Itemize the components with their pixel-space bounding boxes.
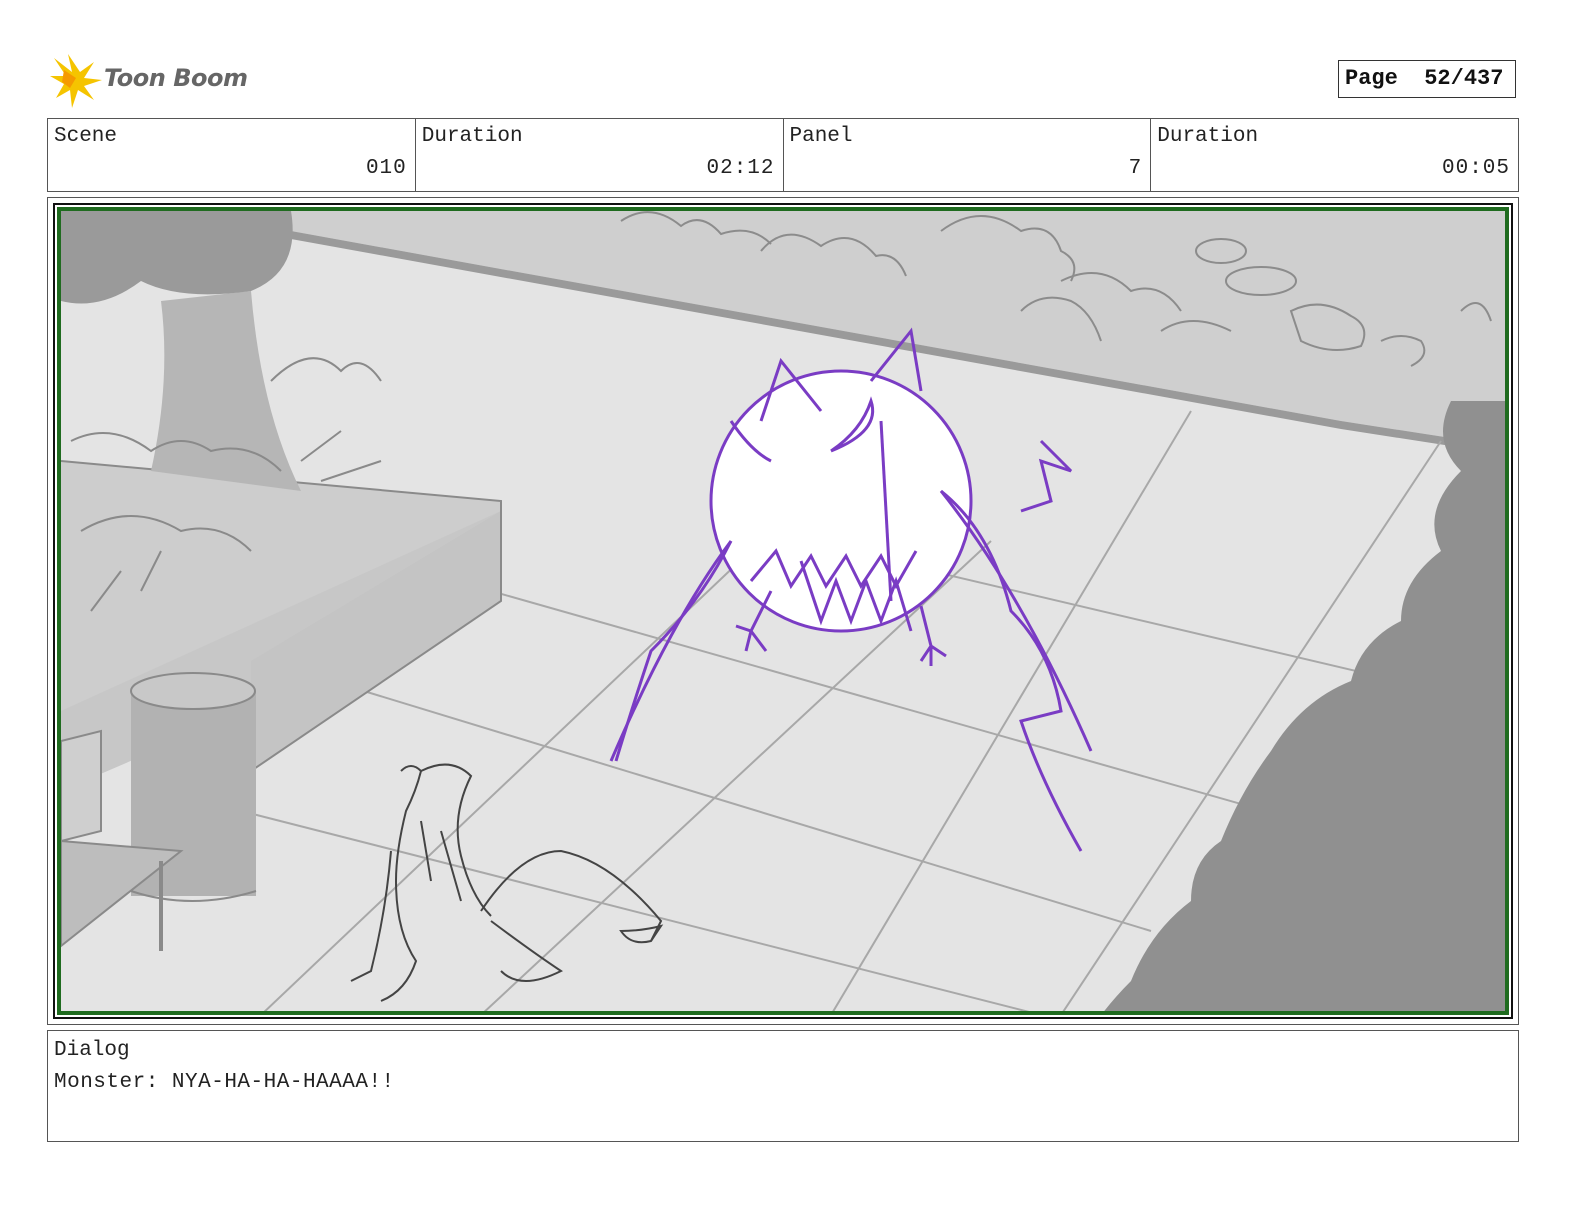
toon-boom-logo: Toon Boom — [50, 52, 250, 110]
dialog-label: Dialog — [54, 1039, 130, 1062]
panel-sketch — [61, 211, 1505, 1011]
storyboard-frame — [47, 197, 1519, 1025]
page-indicator: Page 52/437 — [1338, 60, 1516, 98]
scene-info-table: Scene 010 Duration 02:12 Panel 7 Duratio… — [47, 118, 1519, 192]
scene-value: 010 — [365, 157, 407, 180]
scene-cell: Scene 010 — [48, 119, 416, 191]
scene-duration-label: Duration — [421, 125, 523, 148]
panel-cell: Panel 7 — [784, 119, 1152, 191]
scene-duration-value: 02:12 — [706, 157, 775, 180]
page-label: Page — [1345, 66, 1398, 91]
panel-duration-label: Duration — [1157, 125, 1259, 148]
page-value: 52/437 — [1424, 66, 1504, 91]
panel-image — [57, 207, 1509, 1015]
panel-duration-value: 00:05 — [1441, 157, 1510, 180]
scene-duration-cell: Duration 02:12 — [416, 119, 784, 191]
logo-text: Toon Boom — [104, 64, 248, 92]
starburst-icon — [50, 54, 102, 108]
scene-label: Scene — [54, 125, 118, 148]
dialog-text: Monster: NYA-HA-HA-HAAAA!! — [54, 1071, 395, 1094]
panel-duration-cell: Duration 00:05 — [1151, 119, 1518, 191]
frame-inner-border — [53, 203, 1513, 1019]
dialog-box: Dialog Monster: NYA-HA-HA-HAAAA!! — [47, 1030, 1519, 1142]
panel-value: 7 — [1128, 157, 1143, 180]
panel-label: Panel — [789, 125, 853, 148]
